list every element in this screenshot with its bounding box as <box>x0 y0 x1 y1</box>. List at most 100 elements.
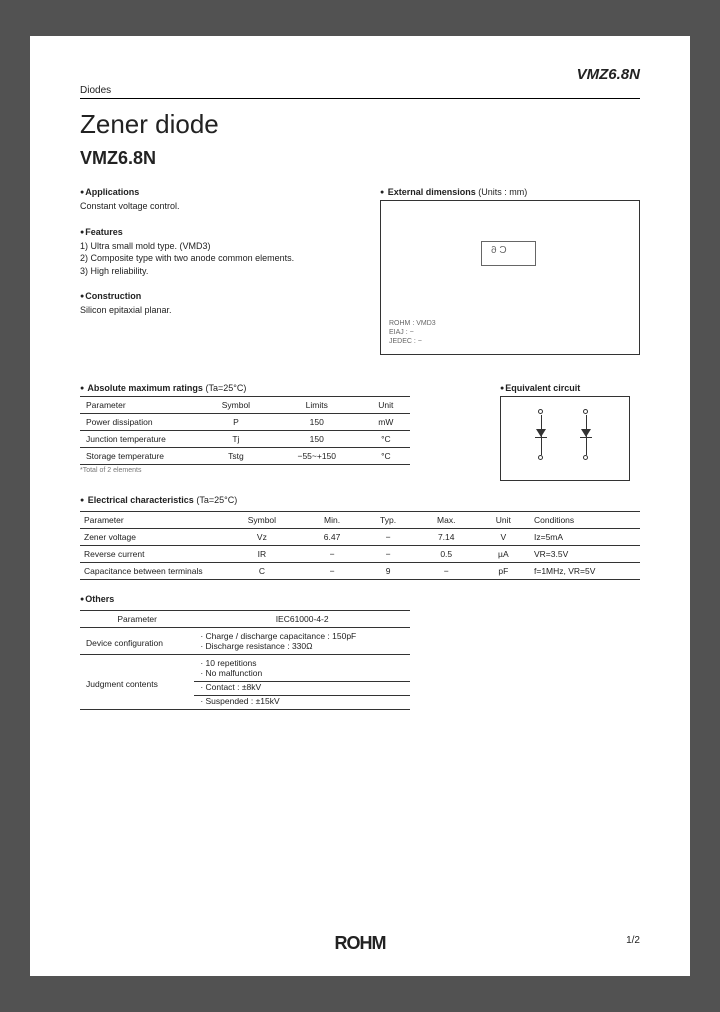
col-unit: Unit <box>362 397 410 414</box>
col: Typ. <box>360 512 415 529</box>
cell: Storage temperature <box>80 448 200 465</box>
table-row: Device configuration · Charge / discharg… <box>80 628 410 642</box>
cell: 150 <box>272 431 362 448</box>
applications-text: Constant voltage control. <box>80 200 360 213</box>
abs-ratings-heading-text: Absolute maximum ratings <box>87 383 203 393</box>
others-table: Parameter IEC61000-4-2 Device configurat… <box>80 610 410 710</box>
cell: · Suspended : ±15kV <box>194 696 410 710</box>
table-row: Junction temperature Tj 150 °C <box>80 431 410 448</box>
col: Unit <box>477 512 530 529</box>
cell: 7.14 <box>416 529 477 546</box>
page-title: Zener diode <box>80 109 640 140</box>
abs-footnote: *Total of 2 elements <box>80 467 410 474</box>
cell: Power dissipation <box>80 414 200 431</box>
dim-note-line: JEDEC : − <box>389 337 631 346</box>
dimensions-units: (Units : mm) <box>478 187 527 197</box>
table-header-row: Parameter IEC61000-4-2 <box>80 611 410 628</box>
datasheet-page: VMZ6.8N Diodes Zener diode VMZ6.8N Appli… <box>30 36 690 976</box>
cell: − <box>304 546 361 563</box>
elec-cond: (Ta=25°C) <box>196 495 237 505</box>
cell: IR <box>220 546 304 563</box>
package-drawing-icon: C 6 <box>441 221 581 291</box>
dimensions-drawing-box: C 6 ROHM : VMD3 EIAJ : − JEDEC : − <box>380 200 640 355</box>
construction-heading: Construction <box>80 291 360 301</box>
col-parameter: Parameter <box>80 397 200 414</box>
cell: C <box>220 563 304 580</box>
cell: − <box>304 563 361 580</box>
page-number: 1/2 <box>626 935 640 946</box>
equiv-circuit-diagram <box>500 396 630 481</box>
equiv-circuit-heading: Equivalent circuit <box>500 383 640 393</box>
cell: Zener voltage <box>80 529 220 546</box>
cell: µA <box>477 546 530 563</box>
part-number-main: VMZ6.8N <box>80 148 640 169</box>
rohm-logo: ROHM <box>335 933 386 953</box>
cell: · Contact : ±8kV <box>194 682 410 696</box>
dim-note-line: ROHM : VMD3 <box>389 319 631 328</box>
features-list: 1) Ultra small mold type. (VMD3) 2) Comp… <box>80 240 360 278</box>
cell: Vz <box>220 529 304 546</box>
col: Parameter <box>80 512 220 529</box>
abs-ratings-table: Parameter Symbol Limits Unit Power dissi… <box>80 396 410 465</box>
table-row: Capacitance between terminals C − 9 − pF… <box>80 563 640 580</box>
dimensions-heading-text: External dimensions <box>388 187 476 197</box>
table-row: Judgment contents · 10 repetitions <box>80 655 410 669</box>
cell: −55~+150 <box>272 448 362 465</box>
table-row: Reverse current IR − − 0.5 µA VR=3.5V <box>80 546 640 563</box>
category-label: Diodes <box>80 85 640 96</box>
feature-item: 3) High reliability. <box>80 265 360 278</box>
col: Symbol <box>220 512 304 529</box>
col: IEC61000-4-2 <box>194 611 410 628</box>
col: Min. <box>304 512 361 529</box>
package-marking: C 6 <box>491 245 507 256</box>
feature-item: 2) Composite type with two anode common … <box>80 252 360 265</box>
feature-item: 1) Ultra small mold type. (VMD3) <box>80 240 360 253</box>
cell: Reverse current <box>80 546 220 563</box>
footer-logo-wrap: ROHM <box>30 933 690 954</box>
cell: VR=3.5V <box>530 546 640 563</box>
abs-ratings-heading: Absolute maximum ratings (Ta=25°C) <box>80 383 410 393</box>
abs-ratings-cond: (Ta=25°C) <box>205 383 246 393</box>
others-heading: Others <box>80 594 640 604</box>
cell: Capacitance between terminals <box>80 563 220 580</box>
col: Parameter <box>80 611 194 628</box>
construction-text: Silicon epitaxial planar. <box>80 304 360 317</box>
cell: · No malfunction <box>194 668 410 682</box>
elec-heading: Electrical characteristics (Ta=25°C) <box>80 495 640 505</box>
cell: − <box>360 546 415 563</box>
elec-heading-text: Electrical characteristics <box>88 495 194 505</box>
table-header-row: Parameter Symbol Limits Unit <box>80 397 410 414</box>
table-row: Power dissipation P 150 mW <box>80 414 410 431</box>
cell: V <box>477 529 530 546</box>
cell: f=1MHz, VR=5V <box>530 563 640 580</box>
cell: pF <box>477 563 530 580</box>
cell: Tstg <box>200 448 272 465</box>
cell: Judgment contents <box>80 655 194 710</box>
cell: 9 <box>360 563 415 580</box>
cell: 150 <box>272 414 362 431</box>
horizontal-rule <box>80 98 640 99</box>
features-heading: Features <box>80 227 360 237</box>
applications-heading: Applications <box>80 187 360 197</box>
col-limits: Limits <box>272 397 362 414</box>
col: Conditions <box>530 512 640 529</box>
table-header-row: Parameter Symbol Min. Typ. Max. Unit Con… <box>80 512 640 529</box>
cell: 0.5 <box>416 546 477 563</box>
cell: · 10 repetitions <box>194 655 410 669</box>
cell: · Discharge resistance : 330Ω <box>194 641 410 655</box>
col: Max. <box>416 512 477 529</box>
table-row: Storage temperature Tstg −55~+150 °C <box>80 448 410 465</box>
part-number-top: VMZ6.8N <box>80 66 640 83</box>
cell: mW <box>362 414 410 431</box>
cell: 6.47 <box>304 529 361 546</box>
col-symbol: Symbol <box>200 397 272 414</box>
cell: − <box>360 529 415 546</box>
cell: °C <box>362 431 410 448</box>
table-row: Zener voltage Vz 6.47 − 7.14 V Iz=5mA <box>80 529 640 546</box>
cell: Tj <box>200 431 272 448</box>
dim-note-line: EIAJ : − <box>389 328 631 337</box>
cell: Junction temperature <box>80 431 200 448</box>
elec-char-table: Parameter Symbol Min. Typ. Max. Unit Con… <box>80 511 640 580</box>
cell: Device configuration <box>80 628 194 655</box>
dimensions-notes: ROHM : VMD3 EIAJ : − JEDEC : − <box>389 319 631 346</box>
